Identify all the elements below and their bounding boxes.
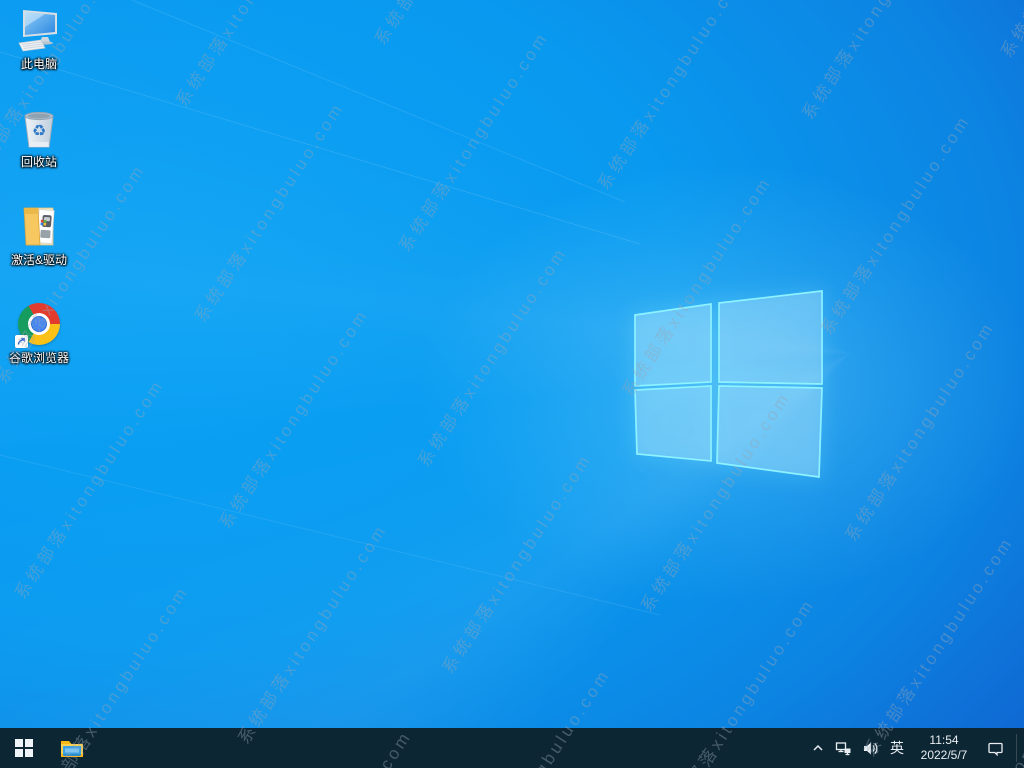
desktop-icon-this-pc[interactable]: 此电脑 xyxy=(0,6,78,100)
desktop-icon-recycle-bin[interactable]: ♻ 回收站 xyxy=(0,104,78,198)
tray-clock[interactable]: 11:54 2022/5/7 xyxy=(910,728,978,768)
tray-show-hidden-icons-button[interactable] xyxy=(806,728,830,768)
windows-desktop: 系统部落xitongbuluo.com 系统部落xitongbuluo.com系统… xyxy=(0,0,1024,768)
ime-language-label: 英 xyxy=(890,740,904,756)
ethernet-network-icon xyxy=(835,741,851,755)
windows-start-icon xyxy=(15,739,33,757)
svg-text:♻: ♻ xyxy=(32,121,46,140)
drivers-folder-icon xyxy=(15,202,63,250)
wallpaper xyxy=(0,0,1024,768)
action-center-icon xyxy=(987,742,1003,756)
desktop-icon-label: 谷歌浏览器 xyxy=(8,351,69,365)
clock-time: 11:54 xyxy=(929,733,959,747)
show-desktop-button[interactable] xyxy=(1017,728,1024,768)
system-tray: 英 11:54 2022/5/7 xyxy=(806,728,1024,768)
desktop-icon-label: 此电脑 xyxy=(20,57,57,71)
tray-volume-button[interactable] xyxy=(857,728,884,768)
chevron-up-icon xyxy=(813,744,823,751)
tray-network-button[interactable] xyxy=(830,728,857,768)
desktop-icon-chrome[interactable]: 谷歌浏览器 xyxy=(0,300,78,394)
this-pc-icon xyxy=(15,6,63,54)
file-explorer-taskbar-button[interactable] xyxy=(48,728,96,768)
desktop-icon-label: 回收站 xyxy=(20,155,57,169)
wallpaper-rays-and-logo xyxy=(0,0,823,616)
file-explorer-icon xyxy=(61,741,83,757)
recycle-bin-icon: ♻ xyxy=(15,104,63,152)
chrome-icon xyxy=(15,300,63,348)
taskbar-empty-area xyxy=(96,728,806,768)
desktop-icon-drivers-folder[interactable]: 激活&驱动 xyxy=(0,202,78,296)
start-button[interactable] xyxy=(0,728,48,768)
shortcut-arrow-icon xyxy=(15,335,28,348)
tray-ime-indicator[interactable]: 英 xyxy=(884,728,910,768)
taskbar: 英 11:54 2022/5/7 xyxy=(0,728,1024,768)
desktop-icon-label: 激活&驱动 xyxy=(10,253,67,267)
windows-logo xyxy=(634,290,823,478)
speaker-volume-icon xyxy=(864,742,878,754)
action-center-button[interactable] xyxy=(978,728,1012,768)
clock-date: 2022/5/7 xyxy=(920,748,968,762)
